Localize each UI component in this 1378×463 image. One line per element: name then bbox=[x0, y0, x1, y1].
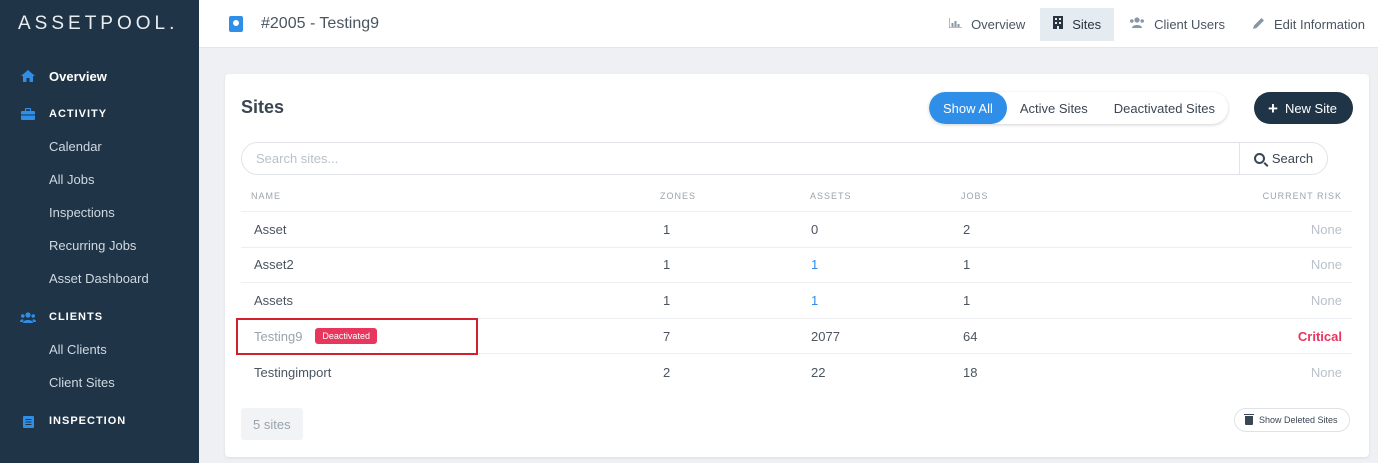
search-icon bbox=[1253, 153, 1265, 164]
site-name[interactable]: Testingimport bbox=[241, 365, 647, 380]
search-bar: Search bbox=[241, 142, 1328, 175]
site-zones: 1 bbox=[663, 221, 671, 237]
tab-client-users[interactable]: Client Users bbox=[1116, 8, 1238, 41]
sidebar-item-label: Overview bbox=[49, 68, 107, 84]
sites-card: Sites Show All Active Sites Deactivated … bbox=[225, 74, 1369, 457]
site-risk: None bbox=[1310, 221, 1342, 237]
table-header: NAME ZONES ASSETS JOBS CURRENT RISK bbox=[241, 181, 1352, 212]
sidebar-item-recurring-jobs[interactable]: Recurring Jobs bbox=[0, 229, 199, 262]
sidebar-section-activity: ACTIVITY bbox=[0, 98, 199, 130]
sidebar-item-all-clients[interactable]: All Clients bbox=[0, 333, 199, 366]
page-title: #2005 - Testing9 bbox=[261, 14, 380, 32]
site-name[interactable]: Asset2 bbox=[241, 257, 647, 272]
site-zones: 1 bbox=[663, 292, 671, 308]
pencil-icon bbox=[1252, 17, 1265, 32]
site-zones: 2 bbox=[663, 364, 671, 380]
site-jobs: 1 bbox=[963, 257, 971, 273]
site-assets: 22 bbox=[811, 364, 826, 380]
sidebar-item-asset-dashboard[interactable]: Asset Dashboard bbox=[0, 262, 199, 295]
search-button[interactable]: Search bbox=[1239, 143, 1327, 174]
column-header-assets[interactable]: ASSETS bbox=[797, 191, 961, 201]
column-header-current-risk[interactable]: CURRENT RISK bbox=[1161, 191, 1352, 201]
column-header-name[interactable]: NAME bbox=[241, 191, 647, 201]
site-assets[interactable]: 1 bbox=[797, 293, 961, 308]
filter-active-sites-button[interactable]: Active Sites bbox=[1007, 92, 1101, 124]
site-assets: 0 bbox=[811, 221, 819, 237]
table-row[interactable]: Assets 1 1 1 None bbox=[241, 283, 1352, 319]
site-filter-toggle: Show All Active Sites Deactivated Sites bbox=[929, 92, 1228, 124]
deactivated-badge: Deactivated bbox=[315, 328, 377, 345]
plus-icon: + bbox=[1268, 98, 1278, 118]
site-zones: 7 bbox=[663, 328, 671, 344]
site-count: 5 sites bbox=[241, 408, 303, 440]
briefcase-icon bbox=[20, 107, 36, 121]
site-risk: None bbox=[1310, 257, 1342, 273]
users-icon bbox=[1129, 17, 1145, 31]
site-jobs: 1 bbox=[963, 292, 971, 308]
top-bar: #2005 - Testing9 Overview Sites Client U… bbox=[199, 0, 1378, 48]
clipboard-icon bbox=[20, 414, 36, 428]
column-header-jobs[interactable]: JOBS bbox=[961, 191, 1161, 201]
table-row[interactable]: Asset 1 0 2 None bbox=[241, 212, 1352, 248]
table-row[interactable]: Testing9 Deactivated 7 2077 64 Critical bbox=[241, 319, 1352, 355]
table-row[interactable]: Testingimport 2 22 18 None bbox=[241, 354, 1352, 390]
tab-overview[interactable]: Overview bbox=[936, 8, 1038, 41]
filter-deactivated-sites-button[interactable]: Deactivated Sites bbox=[1101, 92, 1228, 124]
sidebar-section-clients: CLIENTS bbox=[0, 301, 199, 333]
home-icon bbox=[20, 69, 36, 83]
sidebar-nav: Overview ACTIVITY Calendar All Jobs Insp… bbox=[0, 48, 199, 437]
site-name[interactable]: Asset bbox=[241, 222, 647, 237]
site-risk: None bbox=[1310, 364, 1342, 380]
site-zones: 1 bbox=[663, 257, 671, 273]
tab-edit-information[interactable]: Edit Information bbox=[1240, 8, 1378, 41]
column-header-zones[interactable]: ZONES bbox=[647, 191, 797, 201]
search-input[interactable] bbox=[242, 143, 1239, 174]
site-name[interactable]: Testing9 bbox=[254, 329, 302, 344]
sidebar-item-calendar[interactable]: Calendar bbox=[0, 130, 199, 163]
site-assets[interactable]: 1 bbox=[797, 257, 961, 272]
show-deleted-sites-button[interactable]: Show Deleted Sites bbox=[1234, 408, 1350, 432]
site-risk: None bbox=[1310, 292, 1342, 308]
card-title: Sites bbox=[241, 97, 285, 117]
users-icon bbox=[20, 310, 36, 324]
site-jobs: 18 bbox=[963, 364, 978, 380]
tab-sites[interactable]: Sites bbox=[1040, 7, 1115, 41]
app-logo[interactable]: ASSETPOOL. bbox=[0, 0, 199, 48]
sidebar-section-inspection: INSPECTION bbox=[0, 405, 199, 437]
top-nav: Overview Sites Client Users Edit Informa… bbox=[934, 0, 1378, 48]
site-name-cell[interactable]: Testing9 Deactivated bbox=[241, 328, 647, 345]
site-jobs: 64 bbox=[963, 328, 978, 344]
sidebar-item-overview[interactable]: Overview bbox=[0, 60, 199, 92]
filter-show-all-button[interactable]: Show All bbox=[929, 92, 1007, 124]
building-icon bbox=[1053, 16, 1064, 32]
trash-icon bbox=[1244, 413, 1254, 425]
sidebar-item-client-sites[interactable]: Client Sites bbox=[0, 366, 199, 399]
new-site-button[interactable]: + New Site bbox=[1254, 92, 1353, 124]
contact-card-icon bbox=[229, 15, 243, 32]
sidebar: ASSETPOOL. Overview ACTIVITY Calendar Al… bbox=[0, 0, 199, 463]
site-name[interactable]: Assets bbox=[241, 293, 647, 308]
site-jobs: 2 bbox=[963, 221, 971, 237]
sidebar-item-inspections[interactable]: Inspections bbox=[0, 196, 199, 229]
sidebar-item-all-jobs[interactable]: All Jobs bbox=[0, 163, 199, 196]
chart-icon bbox=[948, 17, 963, 31]
site-assets: 2077 bbox=[811, 328, 840, 344]
sites-table: NAME ZONES ASSETS JOBS CURRENT RISK Asse… bbox=[241, 181, 1352, 390]
table-row[interactable]: Asset2 1 1 1 None bbox=[241, 248, 1352, 284]
site-risk: Critical bbox=[1297, 328, 1342, 344]
